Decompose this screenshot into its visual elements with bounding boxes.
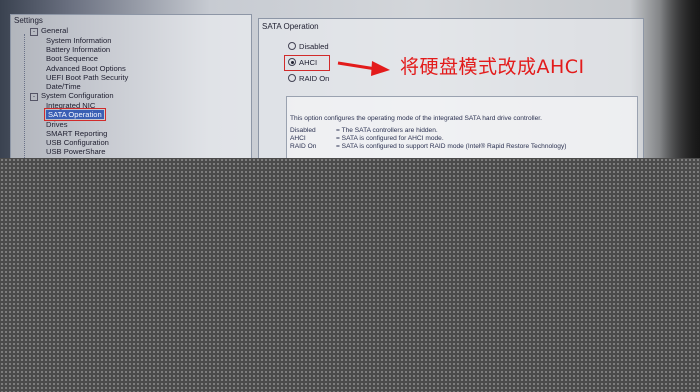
screen-edge-shadow	[660, 0, 700, 158]
bios-setup-screen: Settings - General System Information Batte…	[0, 0, 700, 158]
option-definitions: Disabled = The SATA controllers are hidde…	[290, 127, 566, 151]
ahci-highlight-box	[284, 55, 330, 71]
radio-raid-on[interactable]: RAID On	[288, 74, 329, 83]
tree-item-label: UEFI Boot Path Security	[46, 72, 129, 82]
help-description: This option configures the operating mod…	[290, 115, 542, 122]
tree-item-usb-configuration[interactable]: USB Configuration	[14, 138, 128, 147]
definition-key: RAID On	[290, 143, 317, 150]
tree-item-label: Advanced Boot Options	[46, 63, 126, 73]
definition-row: RAID On = SATA is configured to support R…	[290, 143, 566, 151]
tree-item-label: Integrated NIC	[46, 101, 96, 111]
bios-screen-photo: Settings - General System Information Batte…	[0, 0, 700, 158]
tree-item-label: SMART Reporting	[46, 128, 108, 138]
radio-dot-icon	[288, 42, 296, 50]
tree-item-label: Boot Sequence	[46, 54, 98, 64]
radio-label: RAID On	[299, 74, 330, 83]
collapse-icon[interactable]: -	[30, 28, 38, 36]
definition-value: = SATA is configured for AHCI mode.	[336, 135, 444, 142]
radio-label: Disabled	[299, 42, 329, 51]
tree-item-label: Drives	[46, 119, 68, 129]
tree-item-label: System Configuration	[41, 91, 114, 101]
settings-title: Settings	[14, 16, 43, 25]
tree-item-system-configuration[interactable]: - System Configuration	[14, 91, 128, 102]
tree-item-sata-operation[interactable]: SATA Operation	[14, 108, 128, 122]
definition-value: = SATA is configured to support RAID mod…	[336, 143, 567, 150]
tree-item-uefi-boot-path-security[interactable]: UEFI Boot Path Security	[14, 73, 128, 82]
definition-row: Disabled = The SATA controllers are hidde…	[290, 127, 566, 135]
tree-item-usb-powershare[interactable]: USB PowerShare	[14, 147, 128, 156]
tree-item-battery-information[interactable]: Battery Information	[14, 45, 128, 54]
collapse-icon[interactable]: -	[30, 93, 38, 102]
panel-title: SATA Operation	[262, 22, 319, 31]
definition-value: = The SATA controllers are hidden.	[336, 127, 438, 134]
radio-dot-icon	[288, 74, 296, 82]
tree-item-date-time[interactable]: Date/Time	[14, 82, 128, 91]
tree-item-general[interactable]: - General	[14, 26, 128, 36]
definition-key: Disabled	[290, 127, 316, 134]
tree-item-label: Date/Time	[46, 82, 81, 92]
tree-item-label: Battery Information	[46, 45, 111, 55]
tree-item-smart-reporting[interactable]: SMART Reporting	[14, 129, 128, 138]
radio-disabled[interactable]: Disabled	[288, 42, 329, 51]
tree-item-label: SATA Operation	[44, 108, 106, 122]
tree-item-system-information[interactable]: System Information	[14, 36, 128, 45]
red-arrow-icon	[337, 61, 390, 76]
tree-item-label: System Information	[46, 36, 112, 45]
tree-item-label: USB Configuration	[46, 138, 109, 148]
tree-item-label: General	[41, 26, 69, 35]
definition-row: AHCI = SATA is configured for AHCI mode.	[290, 135, 566, 143]
tree-item-advanced-boot-options[interactable]: Advanced Boot Options	[14, 64, 128, 73]
dotted-placeholder-area	[0, 158, 700, 392]
settings-tree: - General System Information Battery Inform…	[14, 26, 128, 156]
annotation-text: 将硬盘模式改成AHCI	[400, 56, 585, 78]
tree-item-boot-sequence[interactable]: Boot Sequence	[14, 54, 128, 63]
tree-item-label: USB PowerShare	[46, 147, 106, 157]
definition-key: AHCI	[290, 135, 306, 142]
tree-item-drives[interactable]: Drives	[14, 120, 128, 129]
